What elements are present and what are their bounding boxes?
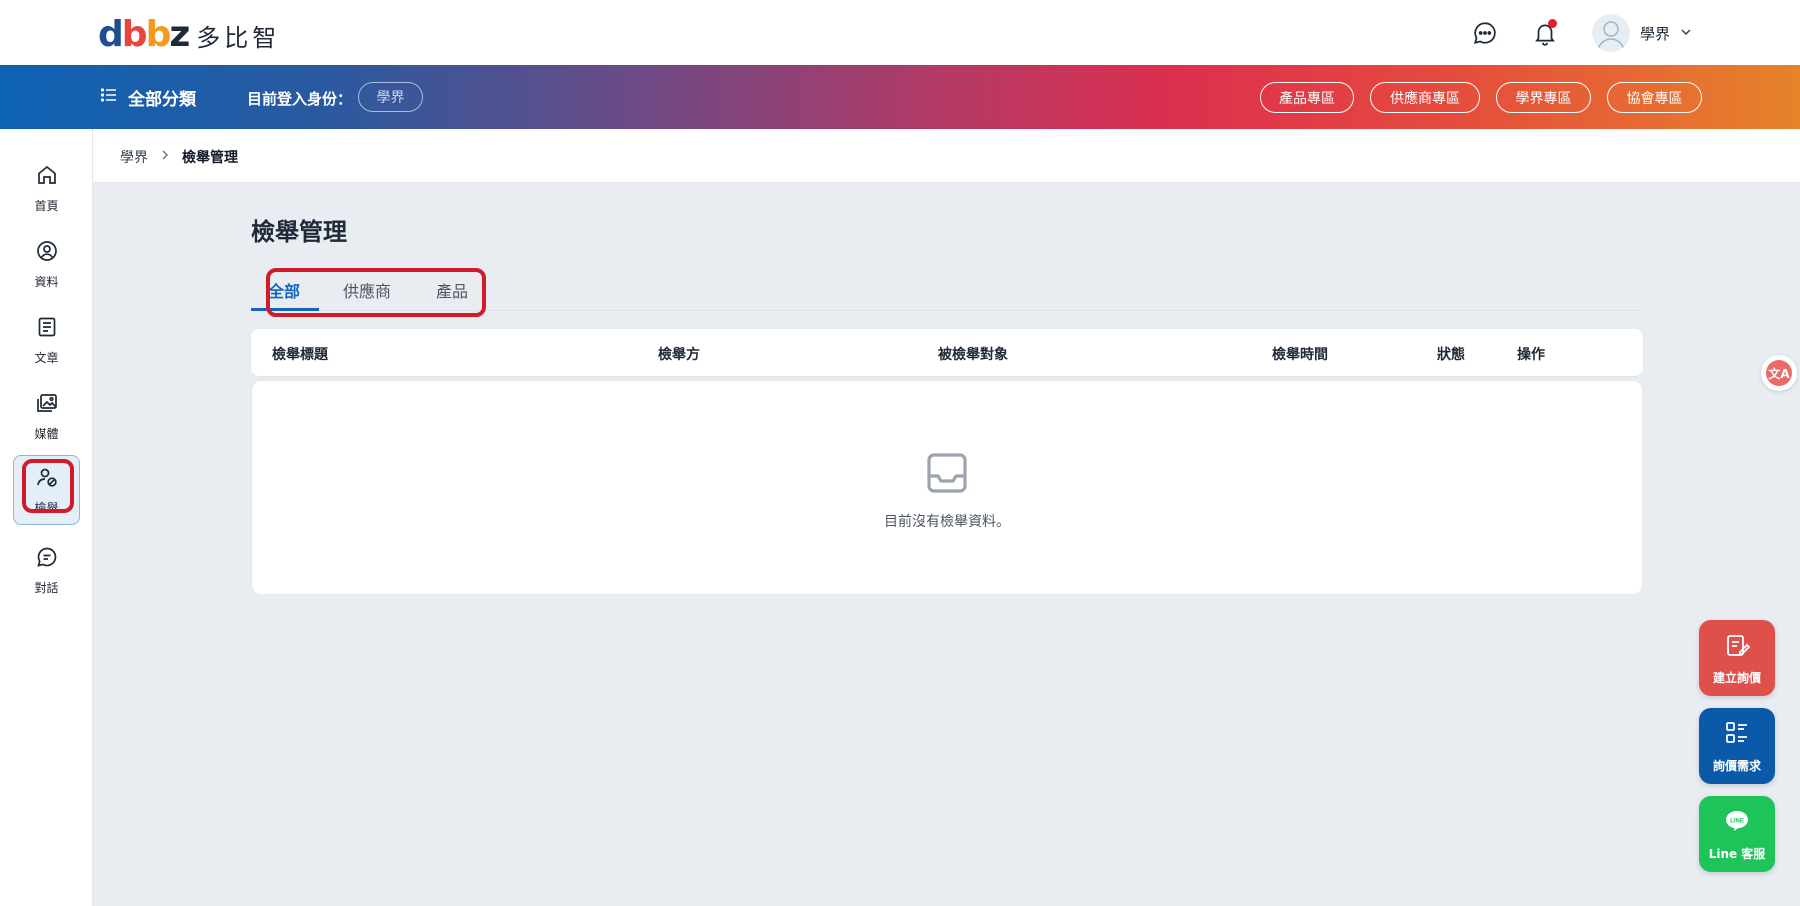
sidebar-item-profile[interactable]: 資料 xyxy=(13,229,80,299)
empty-state-text: 目前沒有檢舉資料。 xyxy=(884,514,1010,530)
login-identity-label: 目前登入身份： xyxy=(247,90,353,108)
logo-mark: dbbz xyxy=(98,14,190,55)
line-service-button[interactable]: LINE Line 客服 xyxy=(1699,796,1775,872)
column-header-reporter: 檢舉方 xyxy=(658,347,700,363)
top-header: dbbz 多比智 學界 xyxy=(0,0,1800,65)
role-pill: 學界 xyxy=(358,82,423,112)
line-badge-text: LINE xyxy=(1730,818,1744,824)
all-categories-label: 全部分類 xyxy=(128,90,196,110)
sidebar-item-home[interactable]: 首頁 xyxy=(13,153,80,223)
sidebar-item-label: 文章 xyxy=(34,350,59,365)
translate-icon: 文A xyxy=(1766,360,1792,386)
tab-suppliers[interactable]: 供應商 xyxy=(343,278,391,302)
sidebar-item-label: 首頁 xyxy=(34,198,59,213)
tab-bar: 全部 供應商 產品 xyxy=(251,268,1643,311)
column-header-status: 狀態 xyxy=(1437,347,1465,363)
empty-state: 目前沒有檢舉資料。 xyxy=(252,451,1642,531)
sidebar-item-label: 媒體 xyxy=(34,426,59,441)
sidebar-item-label: 對話 xyxy=(34,580,59,595)
user-menu[interactable]: 學界 xyxy=(1592,13,1692,53)
page-title: 檢舉管理 xyxy=(251,218,347,246)
column-header-title: 檢舉標題 xyxy=(272,347,328,363)
inquiry-needs-label: 詢價需求 xyxy=(1712,758,1761,773)
notification-dot xyxy=(1548,19,1557,28)
tab-all[interactable]: 全部 xyxy=(268,278,300,302)
inquiry-needs-button[interactable]: 詢價需求 xyxy=(1699,708,1775,784)
active-tab-indicator xyxy=(251,308,319,311)
home-icon xyxy=(35,163,59,191)
edit-clipboard-icon xyxy=(1723,631,1751,663)
breadcrumb-current: 檢舉管理 xyxy=(182,150,238,166)
table-body: 目前沒有檢舉資料。 xyxy=(251,380,1643,595)
column-header-report-time: 檢舉時間 xyxy=(1272,347,1328,363)
sidebar-item-chat[interactable]: 對話 xyxy=(13,535,80,605)
chevron-right-icon xyxy=(160,149,170,165)
zone-association-button[interactable]: 協會專區 xyxy=(1607,82,1702,113)
table-header: 檢舉標題 檢舉方 被檢舉對象 檢舉時間 狀態 操作 xyxy=(251,329,1643,376)
media-icon xyxy=(35,391,59,419)
zone-academia-button[interactable]: 學界專區 xyxy=(1496,82,1591,113)
sidebar-item-report[interactable]: 檢舉 xyxy=(13,455,80,525)
all-categories-button[interactable]: 全部分類 xyxy=(100,85,196,110)
messages-icon[interactable] xyxy=(1470,18,1500,48)
inbox-empty-icon xyxy=(925,451,969,499)
sidebar: 首頁 資料 文章 媒體 檢舉 對話 xyxy=(0,129,93,906)
tab-products[interactable]: 產品 xyxy=(436,278,468,302)
sidebar-item-label: 資料 xyxy=(34,274,59,289)
chat-icon xyxy=(35,545,59,573)
profile-icon xyxy=(35,239,59,267)
breadcrumb-parent[interactable]: 學界 xyxy=(120,147,148,167)
brand-logo[interactable]: dbbz 多比智 xyxy=(98,16,280,54)
column-header-actions: 操作 xyxy=(1517,347,1545,363)
translate-button[interactable]: 文A xyxy=(1761,355,1797,391)
article-icon xyxy=(35,315,59,343)
list-grid-icon xyxy=(1723,719,1751,751)
line-chat-icon: LINE xyxy=(1723,807,1751,839)
zone-suppliers-button[interactable]: 供應商專區 xyxy=(1370,82,1480,113)
list-menu-icon xyxy=(100,86,118,109)
report-user-icon xyxy=(35,465,59,493)
line-service-label: Line 客服 xyxy=(1708,846,1766,861)
breadcrumb: 學界 檢舉管理 xyxy=(120,147,238,167)
avatar xyxy=(1592,14,1630,52)
sidebar-item-media[interactable]: 媒體 xyxy=(13,381,80,451)
category-bar: 全部分類 目前登入身份： 學界 產品專區 供應商專區 學界專區 協會專區 xyxy=(0,65,1800,129)
zone-products-button[interactable]: 產品專區 xyxy=(1260,82,1354,113)
sidebar-item-articles[interactable]: 文章 xyxy=(13,305,80,375)
sidebar-item-label: 檢舉 xyxy=(34,500,59,515)
logo-name: 多比智 xyxy=(196,23,281,52)
user-name: 學界 xyxy=(1640,24,1671,43)
chevron-down-icon xyxy=(1680,26,1692,41)
column-header-reported-target: 被檢舉對象 xyxy=(938,347,1008,363)
create-inquiry-label: 建立詢價 xyxy=(1712,670,1761,685)
notification-bell-icon[interactable] xyxy=(1530,18,1560,48)
breadcrumb-bar: 學界 檢舉管理 xyxy=(93,129,1800,183)
create-inquiry-button[interactable]: 建立詢價 xyxy=(1699,620,1775,696)
